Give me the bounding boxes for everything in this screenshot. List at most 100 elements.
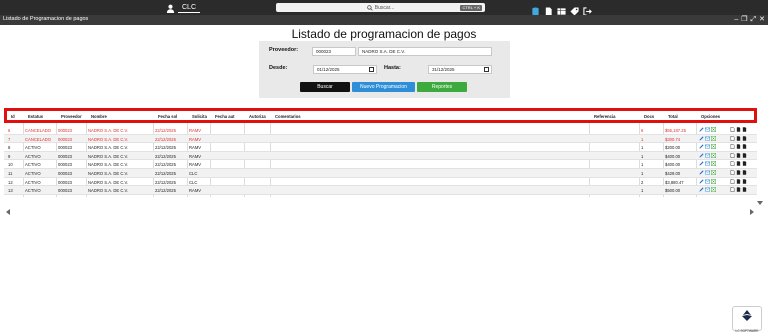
cell-fecha-sol: 22/12/2025 [155,162,176,168]
header-docs[interactable]: Docs [644,114,654,119]
header-proveedor[interactable]: Proveedor [61,114,82,119]
table-row[interactable]: 9 ACTIVO 000023 NADRO S.A. DE C.V. 22/12/202… [4,151,757,161]
edit-icon[interactable] [699,187,704,192]
logout-icon[interactable] [583,3,592,16]
table-row[interactable]: 10 ACTIVO 000023 NADRO S.A. DE C.V. 22/12/20… [4,160,757,169]
edit-icon[interactable] [699,153,704,158]
file-icon[interactable] [730,152,735,158]
top-bar: CLC Buscar... CTRL + K [0,0,768,16]
table-row[interactable]: 12 ACTIVO 000023 NADRO S.A. DE C.V. 22/12/20… [4,178,757,187]
xml-icon[interactable] [742,161,747,167]
email-icon[interactable] [705,170,711,175]
email-icon[interactable] [705,144,711,149]
excel-icon[interactable] [711,178,717,184]
scroll-right-arrow[interactable] [750,209,754,215]
header-comentarios[interactable]: Comentarios [275,114,301,119]
header-estatus[interactable]: Estatus [28,114,43,119]
email-icon[interactable] [705,127,711,132]
header-solicita[interactable]: Solicita [192,114,207,119]
database-icon[interactable] [531,3,540,16]
header-id[interactable]: Id [11,114,15,119]
table-row[interactable]: 8 ACTIVO 000023 NADRO S.A. DE C.V. 22/12/202… [4,143,757,152]
edit-icon[interactable] [699,136,704,141]
xml-icon[interactable] [742,135,747,141]
nuevo-programacion-button[interactable]: Nuevo Programacion [352,82,415,92]
table-row[interactable]: 6 CANCELADO 000023 NADRO S.A. DE C.V. 22/12/… [4,126,757,135]
header-autoriza[interactable]: Autoriza [249,114,266,119]
xml-icon[interactable] [742,144,747,149]
row-doc-options [730,152,747,158]
maximize-icon[interactable]: ⤢ [751,15,757,24]
file-icon[interactable] [730,135,735,141]
header-opciones[interactable]: Opciones [701,114,720,119]
edit-icon[interactable] [699,144,704,149]
excel-icon[interactable] [711,170,717,176]
email-icon[interactable] [705,187,711,192]
excel-icon[interactable] [711,161,717,167]
reportes-button[interactable]: Reportes [417,82,467,92]
calendar-icon[interactable] [369,67,374,72]
desde-date-field[interactable]: 01/12/2025 [313,65,377,74]
email-icon[interactable] [705,136,711,141]
header-fecha-aut[interactable]: Fecha aut [215,114,235,119]
excel-icon[interactable] [711,144,717,150]
pdf-icon[interactable] [736,170,741,175]
top-icons [531,3,592,16]
row-doc-options [730,127,747,132]
grid-icon[interactable] [557,3,566,15]
header-fecha-sol[interactable]: Fecha sol [158,114,177,119]
pdf-icon[interactable] [736,135,741,141]
pdf-icon[interactable] [736,187,741,192]
xml-icon[interactable] [742,187,747,192]
hasta-date-field[interactable]: 31/12/2025 [428,65,492,74]
email-icon[interactable] [705,153,711,158]
excel-icon[interactable] [711,127,717,133]
pdf-icon[interactable] [736,127,741,132]
xml-icon[interactable] [742,178,747,184]
tag-icon[interactable] [570,3,579,16]
table-row[interactable]: 11 ACTIVO 000023 NADRO S.A. DE C.V. 22/12/20… [4,169,757,178]
search-bar[interactable]: Buscar... CTRL + K [276,3,485,12]
xml-icon[interactable] [742,127,747,132]
cell-total: $3,880.47 [665,179,684,185]
file-icon[interactable] [730,127,735,132]
document-icon[interactable] [544,3,553,16]
file-icon[interactable] [730,144,735,150]
file-icon[interactable] [730,178,735,184]
cell-nombre: NADRO S.A. DE C.V. [88,128,129,133]
calendar-icon[interactable] [484,67,489,72]
restore-icon[interactable]: ❐ [741,15,747,24]
pdf-icon[interactable] [736,161,741,167]
scroll-left-arrow[interactable] [6,209,10,215]
edit-icon[interactable] [699,161,704,166]
excel-icon[interactable] [711,135,717,141]
desde-date-value: 01/12/2025 [317,67,340,72]
email-icon[interactable] [705,179,711,184]
header-referencia[interactable]: Referencia [594,114,615,119]
pdf-icon[interactable] [736,153,741,158]
buscar-button[interactable]: Buscar [300,82,350,92]
proveedor-code-field[interactable]: 000023 [312,47,356,56]
pdf-icon[interactable] [736,144,741,149]
edit-icon[interactable] [699,179,704,184]
excel-icon[interactable] [711,187,717,193]
excel-icon[interactable] [711,152,717,158]
scroll-down-arrow[interactable] [757,201,763,205]
table-row[interactable]: 13 ACTIVO 000023 NADRO S.A. DE C.V. 22/12/20… [4,186,757,195]
file-icon[interactable] [730,187,735,193]
xml-icon[interactable] [742,153,747,158]
header-nombre[interactable]: Nombre [91,114,107,119]
pdf-icon[interactable] [736,178,741,184]
file-icon[interactable] [730,161,735,167]
user-menu[interactable]: CLC [166,2,201,14]
xml-icon[interactable] [742,170,747,175]
proveedor-name-field[interactable]: NADRO S.A. DE C.V. [358,47,492,56]
edit-icon[interactable] [699,127,704,132]
table-row[interactable]: 7 CANCELADO 000023 NADRO S.A. DE C.V. 22/12/… [4,134,757,144]
file-icon[interactable] [730,170,735,175]
email-icon[interactable] [705,161,711,166]
close-icon[interactable]: ✕ [759,15,765,24]
minimize-icon[interactable]: – [734,15,738,24]
header-total[interactable]: Total [668,114,678,119]
edit-icon[interactable] [699,170,704,175]
